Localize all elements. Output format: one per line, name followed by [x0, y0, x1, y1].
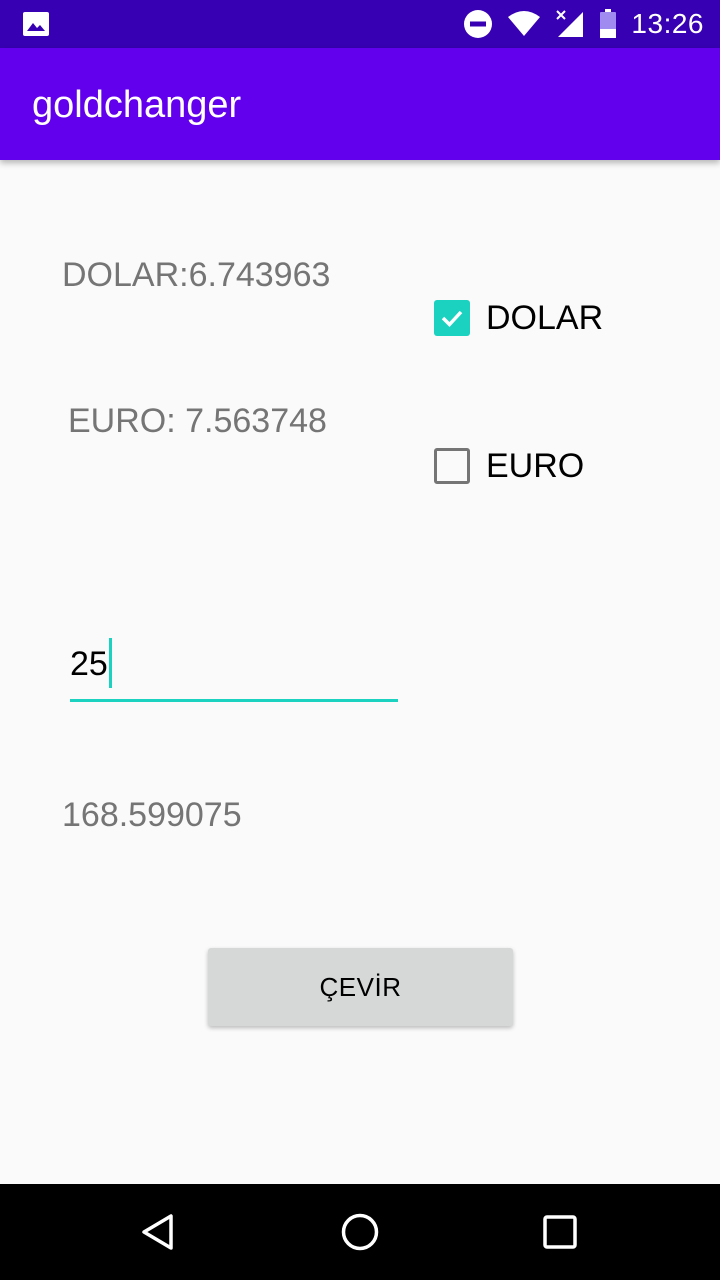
status-bar: 13:26	[0, 0, 720, 48]
app-bar: goldchanger	[0, 48, 720, 160]
back-icon[interactable]	[120, 1184, 200, 1280]
text-cursor	[109, 638, 112, 688]
checkbox-unchecked-icon[interactable]	[434, 448, 470, 484]
euro-checkbox[interactable]: EURO	[434, 440, 584, 492]
result-text: 168.599075	[62, 796, 242, 834]
status-time: 13:26	[631, 8, 704, 39]
checkbox-checked-icon[interactable]	[434, 300, 470, 336]
battery-icon	[599, 9, 617, 39]
screen: 13:26 goldchanger DOLAR:6.743963 EURO: 7…	[0, 0, 720, 1280]
convert-button[interactable]: ÇEVİR	[208, 948, 513, 1026]
wifi-icon	[507, 10, 541, 38]
recent-apps-icon[interactable]	[520, 1184, 600, 1280]
status-icons: 13:26	[449, 0, 704, 48]
amount-input[interactable]	[70, 632, 398, 702]
dolar-rate-text: DOLAR:6.743963	[62, 256, 331, 294]
home-icon[interactable]	[320, 1184, 400, 1280]
euro-rate-text: EURO: 7.563748	[68, 402, 327, 440]
navigation-bar	[0, 1184, 720, 1280]
signal-icon	[555, 9, 585, 39]
euro-checkbox-label: EURO	[486, 446, 585, 485]
do-not-disturb-icon	[463, 9, 493, 39]
dolar-checkbox-label: DOLAR	[486, 298, 604, 337]
app-title: goldchanger	[32, 84, 242, 126]
amount-input-value: 25	[70, 645, 108, 683]
image-icon	[22, 11, 50, 37]
dolar-checkbox[interactable]: DOLAR	[434, 292, 603, 344]
